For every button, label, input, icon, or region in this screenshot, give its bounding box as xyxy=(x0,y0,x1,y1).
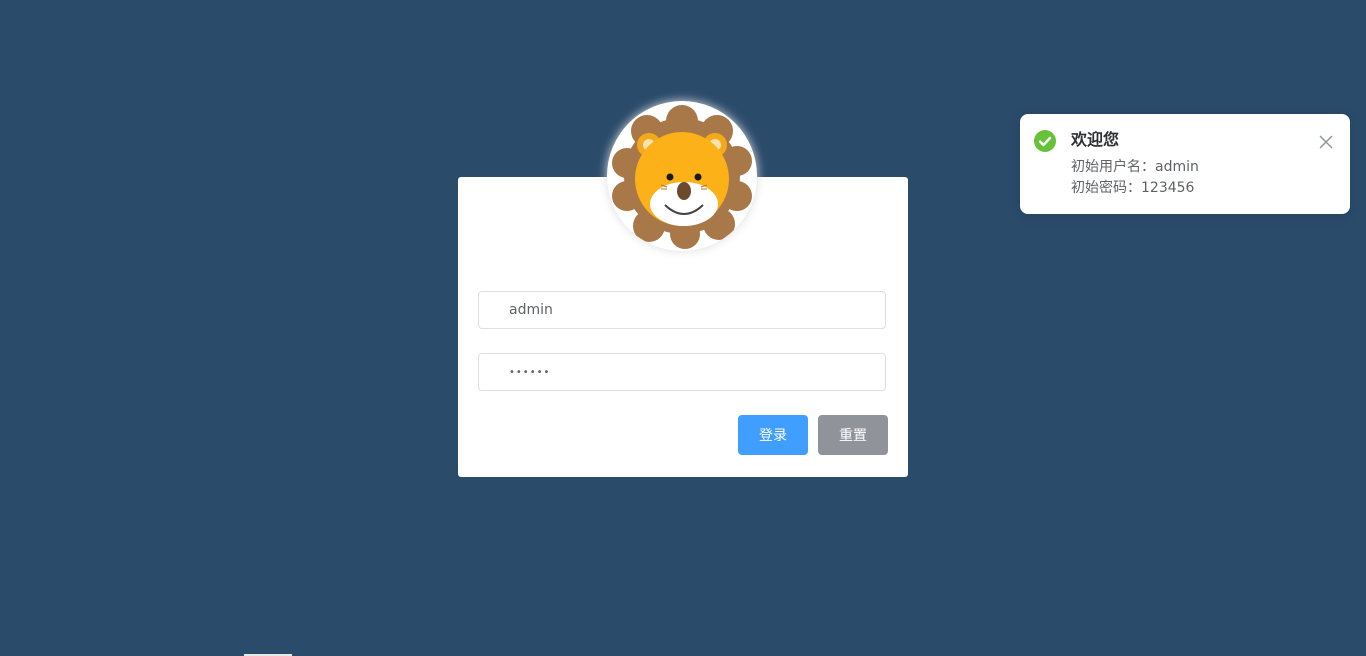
notification-password-line: 初始密码：123456 xyxy=(1071,180,1195,196)
notification-username-line: 初始用户名：admin xyxy=(1071,159,1199,175)
reset-button[interactable]: 重置 xyxy=(818,415,888,455)
close-icon[interactable] xyxy=(1318,134,1334,150)
lion-avatar-icon xyxy=(612,105,752,249)
notification-title: 欢迎您 xyxy=(1071,130,1120,149)
password-field xyxy=(478,353,886,391)
username-field xyxy=(478,291,886,329)
avatar xyxy=(607,101,757,251)
welcome-notification: 欢迎您 初始用户名：admin 初始密码：123456 xyxy=(1020,114,1350,214)
success-check-icon xyxy=(1034,130,1056,152)
login-button[interactable]: 登录 xyxy=(738,415,808,455)
username-input[interactable] xyxy=(509,292,869,328)
password-input[interactable] xyxy=(509,354,869,390)
